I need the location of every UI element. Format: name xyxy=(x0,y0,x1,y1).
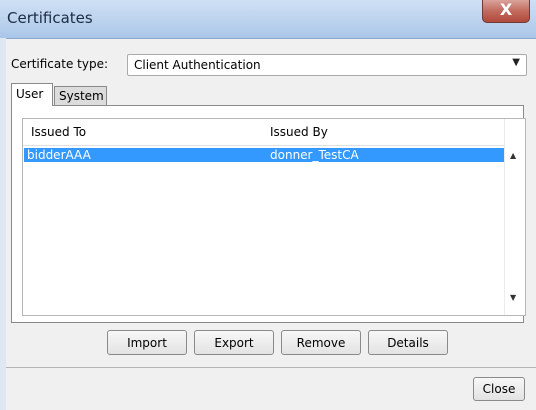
certificate-type-value: Client Authentication xyxy=(134,58,261,72)
tab-system[interactable]: System xyxy=(54,86,107,106)
footer-divider xyxy=(6,367,536,368)
title-bar[interactable]: Certificates X xyxy=(0,0,536,39)
import-button[interactable]: Import xyxy=(107,330,187,355)
header-divider xyxy=(23,145,504,146)
certificates-dialog: Certificates X Certificate type: Client … xyxy=(0,0,536,410)
scroll-up-icon[interactable]: ▲ xyxy=(510,151,516,160)
close-button[interactable]: Close xyxy=(473,377,525,401)
certificate-type-dropdown[interactable]: Client Authentication ▼ xyxy=(127,54,527,76)
export-button[interactable]: Export xyxy=(194,330,274,355)
column-header-issued-to[interactable]: Issued To xyxy=(31,125,86,139)
remove-button[interactable]: Remove xyxy=(281,330,361,355)
table-scrollbar[interactable]: ▲ ▼ xyxy=(504,119,525,315)
tab-user[interactable]: User xyxy=(11,83,53,106)
certificate-table: Issued To Issued By bidderAAA donner_Tes… xyxy=(22,118,526,316)
cell-issued-by: donner_TestCA xyxy=(270,148,359,162)
column-header-issued-by[interactable]: Issued By xyxy=(270,125,328,139)
close-window-icon[interactable]: X xyxy=(482,0,530,23)
window-title: Certificates xyxy=(7,9,93,27)
certificate-type-label: Certificate type: xyxy=(11,57,108,71)
window-left-edge xyxy=(0,38,6,410)
table-row[interactable]: bidderAAA donner_TestCA xyxy=(24,148,504,162)
scroll-down-icon[interactable]: ▼ xyxy=(510,293,516,302)
dropdown-arrow-icon[interactable]: ▼ xyxy=(512,57,520,68)
cell-issued-to: bidderAAA xyxy=(27,148,91,162)
details-button[interactable]: Details xyxy=(368,330,448,355)
